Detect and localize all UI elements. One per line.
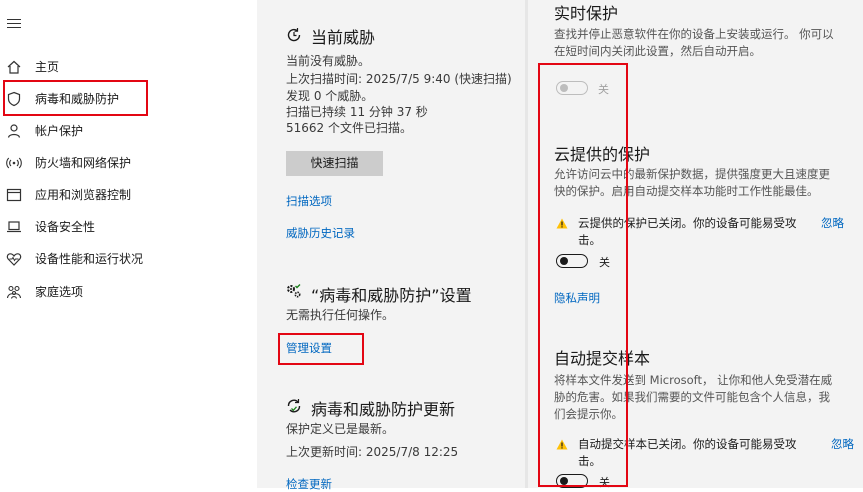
wifi-signal-icon	[6, 157, 22, 169]
nav-item-label: 帐户保护	[35, 124, 84, 138]
hamburger-menu-icon[interactable]	[7, 19, 21, 29]
cloud-dismiss-link[interactable]: 忽略	[821, 215, 844, 231]
threat-summary-panel: 当前威胁 当前没有威胁。 上次扫描时间: 2025/7/5 9:40 (快速扫描…	[257, 0, 525, 491]
current-threats-title: 当前威胁	[311, 28, 376, 47]
quick-scan-button[interactable]: 快速扫描	[286, 151, 383, 176]
realtime-protection-desc: 查找并停止恶意软件在你的设备上安装或运行。 你可以在短时间内关闭此设置，然后自动…	[554, 27, 834, 58]
protection-settings-panel: 实时保护 查找并停止恶意软件在你的设备上安装或运行。 你可以在短时间内关闭此设置…	[528, 0, 863, 489]
nav-item-label: 设备性能和运行状况	[35, 252, 144, 266]
nav-item-firewall[interactable]: 防火墙和网络保护	[0, 147, 256, 179]
browser-window-icon	[6, 188, 22, 202]
person-icon	[7, 124, 21, 138]
left-navigation: 主页 病毒和威胁防护 帐户保护 防火墙和网络保护 应用和浏览器控制 设备安全性 …	[0, 0, 256, 488]
update-refresh-icon	[287, 399, 301, 413]
files-scanned: 51662 个文件已扫描。	[286, 121, 412, 135]
highlight-box-manage	[278, 333, 364, 365]
nav-item-label: 防火墙和网络保护	[35, 156, 132, 170]
heart-icon	[6, 253, 22, 266]
check-updates-link[interactable]: 检查更新	[286, 476, 332, 492]
highlight-box-toggles	[538, 63, 628, 487]
highlight-box-nav	[3, 80, 148, 116]
nav-item-app-browser-control[interactable]: 应用和浏览器控制	[0, 179, 256, 211]
last-update-time: 上次更新时间: 2025/7/8 12:25	[286, 445, 459, 459]
nav-item-family-options[interactable]: 家庭选项	[0, 276, 256, 308]
nav-item-device-security[interactable]: 设备安全性	[0, 211, 256, 243]
threats-found: 发现 0 个威胁。	[286, 89, 374, 103]
realtime-protection-title: 实时保护	[554, 4, 619, 23]
nav-item-account-protection[interactable]: 帐户保护	[0, 115, 256, 147]
nav-item-label: 应用和浏览器控制	[35, 188, 132, 202]
nav-item-label: 主页	[35, 60, 60, 74]
refresh-clock-icon	[287, 28, 301, 42]
settings-gear-icon	[287, 284, 301, 298]
scan-duration: 扫描已持续 11 分钟 37 秒	[286, 105, 428, 119]
nav-item-device-performance[interactable]: 设备性能和运行状况	[0, 243, 256, 275]
settings-status: 无需执行任何操作。	[286, 308, 395, 322]
sample-dismiss-link[interactable]: 忽略	[831, 436, 854, 452]
nav-item-label: 家庭选项	[35, 285, 84, 299]
home-icon	[7, 60, 21, 74]
nav-item-label: 设备安全性	[35, 220, 96, 234]
threat-history-link[interactable]: 威胁历史记录	[286, 225, 355, 241]
threat-status: 当前没有威胁。	[286, 54, 371, 68]
nav-item-home[interactable]: 主页	[0, 51, 256, 83]
scan-options-link[interactable]: 扫描选项	[286, 193, 332, 209]
updates-status: 保护定义已是最新。	[286, 422, 395, 436]
laptop-icon	[7, 221, 21, 233]
last-scan-time: 上次扫描时间: 2025/7/5 9:40 (快速扫描)	[286, 72, 512, 86]
family-icon	[6, 285, 22, 299]
updates-title: 病毒和威胁防护更新	[311, 400, 456, 419]
settings-title: “病毒和威胁防护”设置	[311, 286, 472, 305]
